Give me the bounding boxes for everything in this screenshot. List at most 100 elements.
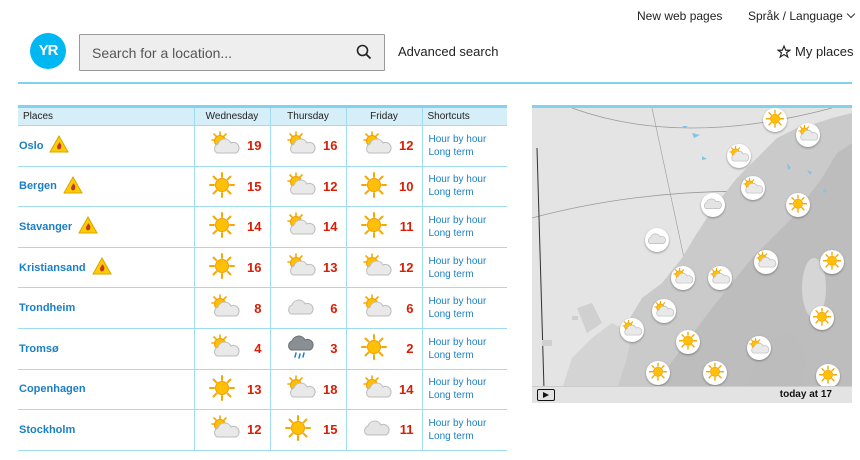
long-term-link[interactable]: Long term <box>429 268 508 281</box>
temperature: 14 <box>247 219 262 235</box>
map-marker-sun-icon[interactable] <box>820 250 844 274</box>
forecast-cell[interactable]: 11 <box>345 409 422 451</box>
map-marker-partly-cloudy-icon[interactable] <box>708 266 732 290</box>
forecast-cell[interactable]: 12 <box>345 246 422 288</box>
shortcuts-cell: Hour by hour Long term <box>421 165 508 207</box>
forecast-cell[interactable]: 16 <box>269 125 346 167</box>
map-marker-sun-icon[interactable] <box>646 361 670 385</box>
forecast-cell[interactable]: 2 <box>345 327 422 370</box>
hour-by-hour-link[interactable]: Hour by hour <box>429 214 508 227</box>
long-term-link[interactable]: Long term <box>429 186 508 199</box>
hour-by-hour-link[interactable]: Hour by hour <box>429 255 508 268</box>
place-link[interactable]: Trondheim <box>19 302 75 314</box>
weather-map[interactable]: today at 17 <box>532 105 852 403</box>
sun-icon <box>360 212 387 241</box>
hour-by-hour-link[interactable]: Hour by hour <box>429 336 508 349</box>
forecast-cell[interactable]: 13 <box>193 368 270 410</box>
map-bar: today at 17 <box>532 386 852 403</box>
long-term-link[interactable]: Long term <box>429 146 508 159</box>
header-divider <box>18 82 852 84</box>
place-link[interactable]: Stavanger <box>19 221 72 233</box>
temperature: 12 <box>323 178 338 194</box>
temperature: 11 <box>399 219 414 235</box>
long-term-link[interactable]: Long term <box>429 389 508 402</box>
warning-icon[interactable] <box>78 216 99 237</box>
place-link[interactable]: Stockholm <box>19 424 75 436</box>
forecast-cell[interactable]: 12 <box>269 165 346 207</box>
map-marker-cloud-icon[interactable] <box>701 193 725 217</box>
shortcuts-cell: Hour by hour Long term <box>421 246 508 288</box>
yr-logo[interactable]: YR <box>30 33 66 69</box>
forecast-cell[interactable]: 12 <box>193 409 270 451</box>
long-term-link[interactable]: Long term <box>429 227 508 240</box>
forecast-cell[interactable]: 15 <box>193 165 270 207</box>
place-link[interactable]: Copenhagen <box>19 383 86 395</box>
shortcuts-cell: Hour by hour Long term <box>421 125 508 167</box>
hour-by-hour-link[interactable]: Hour by hour <box>429 133 508 146</box>
sun-icon <box>208 212 235 241</box>
hour-by-hour-link[interactable]: Hour by hour <box>429 376 508 389</box>
forecast-cell[interactable]: 18 <box>269 368 346 410</box>
forecast-cell[interactable]: 3 <box>269 327 346 370</box>
forecast-cell[interactable]: 4 <box>193 327 270 370</box>
long-term-link[interactable]: Long term <box>429 349 508 362</box>
partly-cloudy-icon <box>285 253 317 282</box>
cloud-icon <box>361 415 393 444</box>
map-marker-partly-cloudy-icon[interactable] <box>620 318 644 342</box>
my-places-label: My places <box>795 44 854 59</box>
forecast-table: Places Wednesday Thursday Friday Shortcu… <box>18 105 507 451</box>
forecast-cell[interactable]: 15 <box>269 409 346 451</box>
forecast-cell[interactable]: 12 <box>345 125 422 167</box>
forecast-cell[interactable]: 14 <box>345 368 422 410</box>
map-marker-partly-cloudy-icon[interactable] <box>747 336 771 360</box>
map-marker-partly-cloudy-icon[interactable] <box>796 123 820 147</box>
forecast-cell[interactable]: 8 <box>193 287 270 329</box>
temperature: 12 <box>247 422 262 438</box>
forecast-cell[interactable]: 13 <box>269 246 346 288</box>
forecast-cell[interactable]: 19 <box>193 125 270 167</box>
partly-cloudy-icon <box>361 131 393 160</box>
map-marker-partly-cloudy-icon[interactable] <box>727 144 751 168</box>
map-marker-partly-cloudy-icon[interactable] <box>671 266 695 290</box>
map-marker-sun-icon[interactable] <box>786 193 810 217</box>
warning-icon[interactable] <box>91 257 112 278</box>
temperature: 13 <box>323 260 338 276</box>
forecast-cell[interactable]: 11 <box>345 206 422 248</box>
search-icon[interactable] <box>356 44 372 60</box>
map-marker-sun-icon[interactable] <box>703 361 727 385</box>
place-link[interactable]: Bergen <box>19 180 57 192</box>
map-marker-sun-icon[interactable] <box>763 108 787 132</box>
hour-by-hour-link[interactable]: Hour by hour <box>429 417 508 430</box>
warning-icon[interactable] <box>49 135 70 156</box>
hour-by-hour-link[interactable]: Hour by hour <box>429 173 508 186</box>
forecast-cell[interactable]: 14 <box>193 206 270 248</box>
forecast-cell[interactable]: 14 <box>269 206 346 248</box>
forecast-cell[interactable]: 6 <box>345 287 422 329</box>
search-input[interactable] <box>80 35 350 70</box>
map-marker-partly-cloudy-icon[interactable] <box>652 299 676 323</box>
place-link[interactable]: Tromsø <box>19 343 59 355</box>
forecast-cell[interactable]: 6 <box>269 287 346 329</box>
long-term-link[interactable]: Long term <box>429 308 508 321</box>
map-marker-sun-icon[interactable] <box>816 364 840 388</box>
map-marker-sun-icon[interactable] <box>676 330 700 354</box>
map-marker-cloud-icon[interactable] <box>645 228 669 252</box>
forecast-cell[interactable]: 10 <box>345 165 422 207</box>
language-selector[interactable]: Språk / Language <box>748 9 855 23</box>
temperature: 12 <box>399 260 414 276</box>
forecast-cell[interactable]: 16 <box>193 246 270 288</box>
map-marker-sun-icon[interactable] <box>810 306 834 330</box>
hour-by-hour-link[interactable]: Hour by hour <box>429 295 508 308</box>
map-marker-partly-cloudy-icon[interactable] <box>754 250 778 274</box>
map-time-label: today at 17 <box>779 389 832 400</box>
warning-icon[interactable] <box>63 175 83 197</box>
new-web-pages-link[interactable]: New web pages <box>637 9 722 23</box>
temperature: 19 <box>247 138 262 154</box>
place-link[interactable]: Oslo <box>19 140 43 152</box>
my-places-link[interactable]: My places <box>777 44 854 59</box>
long-term-link[interactable]: Long term <box>429 430 508 443</box>
map-marker-partly-cloudy-icon[interactable] <box>741 176 765 200</box>
advanced-search-link[interactable]: Advanced search <box>398 44 498 59</box>
place-link[interactable]: Kristiansand <box>19 262 86 274</box>
play-icon[interactable] <box>537 389 555 401</box>
